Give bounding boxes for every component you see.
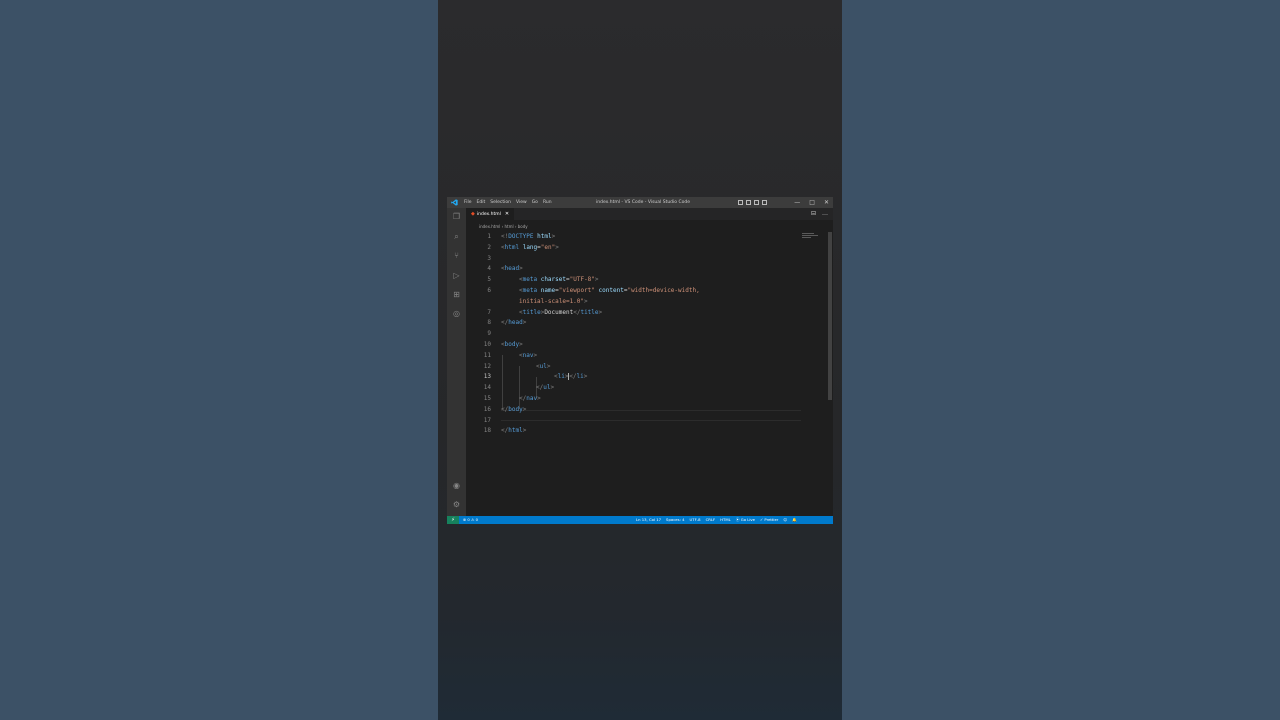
menu-view[interactable]: View xyxy=(516,197,527,208)
more-actions-icon[interactable]: … xyxy=(822,208,828,220)
settings-gear-icon[interactable]: ⚙ xyxy=(452,500,461,509)
remote-explorer-icon[interactable]: ◎ xyxy=(452,309,461,318)
feedback-icon[interactable]: ☺ xyxy=(783,516,787,524)
title-bar: File Edit Selection View Go Run index.ht… xyxy=(447,197,833,208)
breadcrumb-body[interactable]: body xyxy=(518,224,528,229)
menu-edit[interactable]: Edit xyxy=(477,197,486,208)
source-control-icon[interactable]: ⑂ xyxy=(452,251,461,260)
current-line-highlight xyxy=(501,410,801,421)
code-editor[interactable]: 1 <!DOCTYPE html> 2 <html lang="en"> 3 4 <h… xyxy=(466,232,833,516)
tab-label: index.html xyxy=(476,212,501,217)
run-debug-icon[interactable]: ▷ xyxy=(452,271,461,280)
window-controls: — □ ✕ xyxy=(794,197,829,208)
customize-layout-icon[interactable] xyxy=(762,200,767,205)
breadcrumb: index.html › html › body xyxy=(479,224,528,229)
tab-index-html[interactable]: ◆ index.html ✕ xyxy=(466,208,514,220)
vscode-window: File Edit Selection View Go Run index.ht… xyxy=(447,197,833,524)
status-bar: ⚡ ⊗ 0 ⚠ 0 Ln 13, Col 17 Spaces: 4 UTF-8 … xyxy=(447,516,833,524)
editor-scrollbar[interactable] xyxy=(828,232,832,400)
end-of-line[interactable]: CRLF xyxy=(706,516,716,524)
minimize-button[interactable]: — xyxy=(794,197,800,208)
html5-icon: ◆ xyxy=(471,211,475,217)
accounts-icon[interactable]: ◉ xyxy=(452,481,461,490)
menu-file[interactable]: File xyxy=(464,197,472,208)
extensions-icon[interactable]: ⊞ xyxy=(452,290,461,299)
indentation[interactable]: Spaces: 4 xyxy=(666,516,684,524)
background-right xyxy=(842,0,1280,720)
menu-selection[interactable]: Selection xyxy=(490,197,511,208)
notifications-bell-icon[interactable]: 🔔 xyxy=(792,516,797,524)
breadcrumb-html[interactable]: html xyxy=(504,224,513,229)
toggle-secondary-sidebar-icon[interactable] xyxy=(754,200,759,205)
close-window-button[interactable]: ✕ xyxy=(824,197,829,208)
editor-tabs: ◆ index.html ✕ ⊟ … xyxy=(466,208,833,220)
cursor-position[interactable]: Ln 13, Col 17 xyxy=(636,516,661,524)
go-live-button[interactable]: ⦿ Go Live xyxy=(736,516,755,524)
toggle-sidebar-icon[interactable] xyxy=(738,200,743,205)
language-mode[interactable]: HTML xyxy=(720,516,731,524)
prettier-status[interactable]: ✓ Prettier xyxy=(760,516,778,524)
remote-indicator[interactable]: ⚡ xyxy=(447,516,459,524)
split-editor-icon[interactable]: ⊟ xyxy=(811,208,816,220)
tab-close-button[interactable]: ✕ xyxy=(505,211,509,217)
search-icon[interactable]: ⌕ xyxy=(452,232,461,241)
problems-indicator[interactable]: ⊗ 0 ⚠ 0 xyxy=(463,516,478,524)
menu-go[interactable]: Go xyxy=(532,197,538,208)
tab-actions: ⊟ … xyxy=(811,208,828,220)
activity-bar: ❐ ⌕ ⑂ ▷ ⊞ ◎ ◉ ⚙ xyxy=(447,208,466,516)
encoding[interactable]: UTF-8 xyxy=(690,516,701,524)
menu-run[interactable]: Run xyxy=(543,197,552,208)
breadcrumb-file[interactable]: index.html xyxy=(479,224,500,229)
toggle-panel-icon[interactable] xyxy=(746,200,751,205)
indent-guide xyxy=(502,355,503,409)
window-title: index.html - VS Code - Visual Studio Cod… xyxy=(596,200,690,205)
background-left xyxy=(0,0,438,720)
layout-controls xyxy=(738,200,767,205)
explorer-icon[interactable]: ❐ xyxy=(452,212,461,221)
status-bar-right: Ln 13, Col 17 Spaces: 4 UTF-8 CRLF HTML … xyxy=(636,516,797,524)
vscode-logo-icon xyxy=(451,199,458,206)
menu-bar: File Edit Selection View Go Run xyxy=(464,197,552,208)
minimap[interactable] xyxy=(802,233,820,243)
maximize-button[interactable]: □ xyxy=(809,197,815,208)
